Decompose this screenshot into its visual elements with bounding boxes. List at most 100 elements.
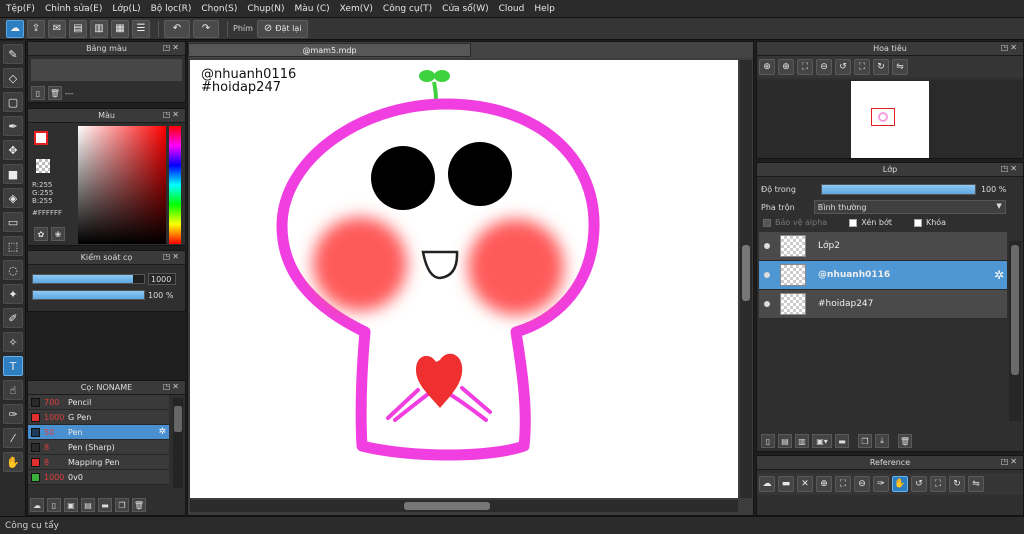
gradient-tool-icon[interactable]: ▭: [3, 212, 23, 232]
clipping-checkbox[interactable]: Xén bớt: [849, 218, 892, 227]
reset-view-icon[interactable]: ⛶: [930, 476, 946, 492]
magic-wand-tool-icon[interactable]: ✦: [3, 284, 23, 304]
panels-icon[interactable]: ▥: [90, 19, 108, 38]
brush-size-slider[interactable]: [32, 274, 145, 284]
hand-icon[interactable]: ✋: [892, 476, 908, 492]
navigator-view-frame[interactable]: [871, 108, 895, 126]
panel-close-icon[interactable]: ◳✕: [1001, 457, 1019, 466]
gear-icon[interactable]: ✲: [158, 427, 166, 437]
menu-edit[interactable]: Chỉnh sửa(E): [45, 4, 102, 14]
trash-icon[interactable]: 🗑: [132, 498, 146, 512]
brush-item[interactable]: 8 Mapping Pen: [28, 455, 169, 470]
hand-select-tool-icon[interactable]: ☝: [3, 380, 23, 400]
panel-close-icon[interactable]: ◳✕: [163, 252, 181, 261]
menu-help[interactable]: Help: [534, 4, 555, 14]
rotate-left-icon[interactable]: ↺: [835, 59, 851, 75]
brush-item[interactable]: 50 Pen ✲: [28, 425, 169, 440]
alpha-protect-checkbox[interactable]: Bảo vệ alpha: [763, 218, 827, 227]
duplicate-icon[interactable]: ❐: [858, 434, 872, 448]
layer-row[interactable]: @nhuanh0116 ✲: [759, 261, 1007, 290]
hue-slider[interactable]: [169, 126, 181, 244]
brush-opacity-slider[interactable]: [32, 290, 145, 300]
color-wheel-icon[interactable]: ✿: [34, 227, 48, 241]
dropper-tool-icon[interactable]: ⁄: [3, 428, 23, 448]
cloud-icon[interactable]: ☁: [6, 19, 24, 38]
brush-item[interactable]: 700 Pencil: [28, 395, 169, 410]
canvas-horizontal-scrollbar[interactable]: [190, 500, 738, 512]
marquee-tool-icon[interactable]: ⬚: [3, 236, 23, 256]
pen-tool-icon[interactable]: ✒: [3, 116, 23, 136]
list-icon[interactable]: ☰: [132, 19, 150, 38]
scroll-thumb[interactable]: [174, 406, 182, 432]
canvas-vertical-scrollbar[interactable]: [740, 60, 752, 498]
rotate-right-icon[interactable]: ↻: [873, 59, 889, 75]
reset-view-icon[interactable]: ⛶: [854, 59, 870, 75]
visibility-icon[interactable]: [764, 301, 770, 307]
brush-tool-icon[interactable]: ✎: [3, 44, 23, 64]
folder-icon[interactable]: ▬: [835, 434, 849, 448]
panel-close-icon[interactable]: ◳✕: [1001, 43, 1019, 52]
hand-tool-icon[interactable]: ✋: [3, 452, 23, 472]
eraser-tool-icon[interactable]: ◇: [3, 68, 23, 88]
select-rect-tool-icon[interactable]: ▢: [3, 92, 23, 112]
layer-row[interactable]: #hoidap247: [759, 290, 1007, 319]
document-tab[interactable]: @mam5.mdp: [188, 43, 471, 57]
brush-item[interactable]: 1000 0v0: [28, 470, 169, 485]
add-layer-menu-icon[interactable]: ▣▾: [812, 434, 832, 448]
new-halftone-layer-icon[interactable]: ▤: [778, 434, 792, 448]
menu-color[interactable]: Màu (C): [295, 4, 330, 14]
panel-close-icon[interactable]: ◳✕: [163, 110, 181, 119]
lock-checkbox[interactable]: Khóa: [913, 218, 946, 227]
panel-close-icon[interactable]: ◳✕: [163, 382, 181, 391]
reset-button[interactable]: ⊘ Đặt lại: [256, 19, 309, 38]
new-1bit-layer-icon[interactable]: ▥: [795, 434, 809, 448]
brush-item[interactable]: 8 Pen (Sharp): [28, 440, 169, 455]
scroll-thumb[interactable]: [1011, 245, 1019, 375]
chat-icon[interactable]: ✉: [48, 19, 66, 38]
layer-row[interactable]: Lớp2: [759, 232, 1007, 261]
grid-icon[interactable]: ▦: [111, 19, 129, 38]
flip-icon[interactable]: ⇋: [968, 476, 984, 492]
zoom-in-icon[interactable]: ⊕: [816, 476, 832, 492]
layout-icon[interactable]: ▤: [69, 19, 87, 38]
new-layer-icon[interactable]: ▯: [761, 434, 775, 448]
zoom-in-icon[interactable]: ⊕: [778, 59, 794, 75]
visibility-icon[interactable]: [764, 243, 770, 249]
transparent-color-swatch[interactable]: [36, 159, 50, 173]
navigator-preview[interactable]: [757, 80, 1023, 158]
eyedropper-icon[interactable]: ✑: [873, 476, 889, 492]
menu-layer[interactable]: Lớp(L): [112, 4, 140, 14]
layer-list-scrollbar[interactable]: [1009, 241, 1021, 421]
brush-list-scrollbar[interactable]: [173, 398, 183, 488]
scroll-thumb[interactable]: [404, 502, 490, 510]
panel-close-icon[interactable]: ◳✕: [163, 43, 181, 52]
bucket-tool-icon[interactable]: ◈: [3, 188, 23, 208]
menu-tools[interactable]: Công cụ(T): [383, 4, 432, 14]
cloud-icon[interactable]: ☁: [759, 476, 775, 492]
menu-window[interactable]: Cửa sổ(W): [442, 4, 488, 14]
rotate-right-icon[interactable]: ↻: [949, 476, 965, 492]
foreground-color-swatch[interactable]: [34, 131, 48, 145]
flip-icon[interactable]: ⇋: [892, 59, 908, 75]
trash-icon[interactable]: 🗑: [898, 434, 912, 448]
menu-cloud[interactable]: Cloud: [499, 4, 525, 14]
menu-view[interactable]: Xem(V): [340, 4, 373, 14]
fit-window-icon[interactable]: ⛶: [797, 59, 813, 75]
new-brush-icon[interactable]: ▯: [47, 498, 61, 512]
visibility-icon[interactable]: [764, 272, 770, 278]
select-pen-tool-icon[interactable]: ✐: [3, 308, 23, 328]
text-tool-icon[interactable]: T: [3, 356, 23, 376]
menu-capture[interactable]: Chụp(N): [247, 4, 284, 14]
color-mix-icon[interactable]: ❀: [51, 227, 65, 241]
menu-filter[interactable]: Bộ lọc(R): [151, 4, 192, 14]
zoom-out-icon[interactable]: ⊖: [816, 59, 832, 75]
open-folder-icon[interactable]: ▬: [778, 476, 794, 492]
redo-icon[interactable]: ↷: [193, 19, 219, 38]
brush-item[interactable]: 1000 G Pen: [28, 410, 169, 425]
fill-rect-tool-icon[interactable]: ■: [3, 164, 23, 184]
trash-icon[interactable]: 🗑: [48, 86, 62, 100]
move-tool-icon[interactable]: ✥: [3, 140, 23, 160]
lasso-tool-icon[interactable]: ◌: [3, 260, 23, 280]
duplicate-icon[interactable]: ❐: [115, 498, 129, 512]
brush-settings-icon[interactable]: ▤: [81, 498, 95, 512]
